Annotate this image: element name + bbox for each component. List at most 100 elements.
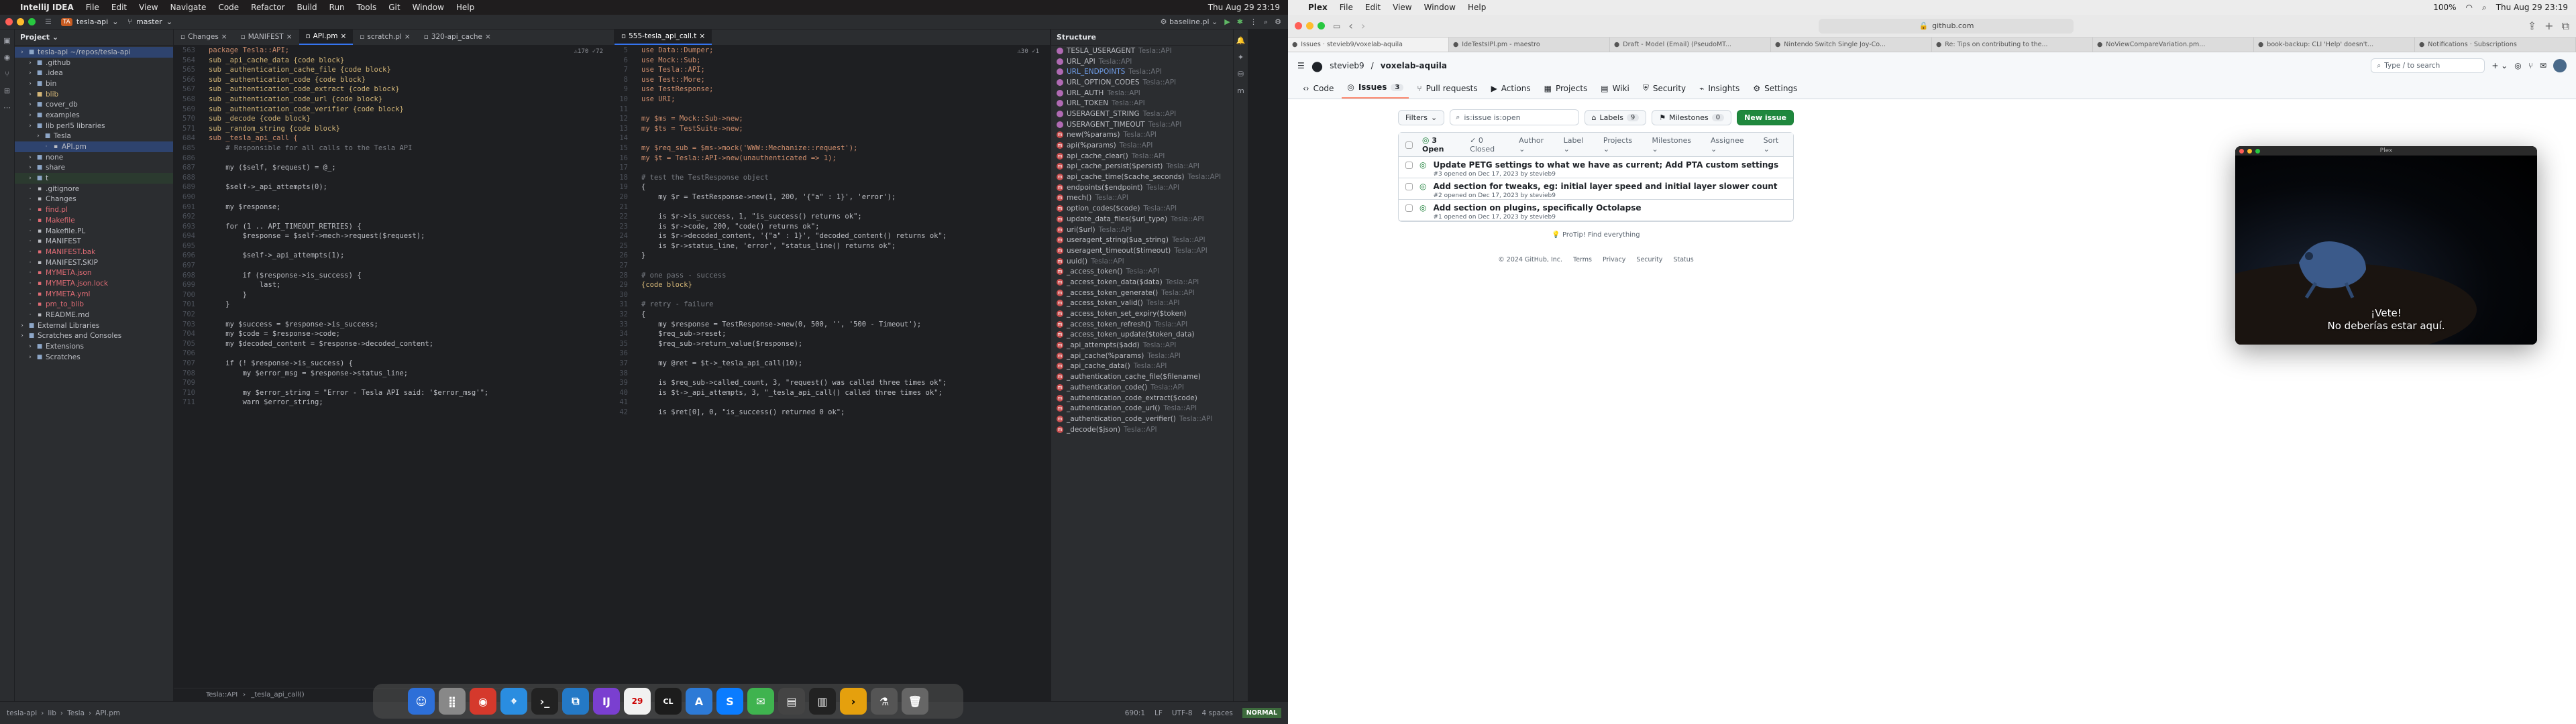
close-icon[interactable]: × — [485, 33, 491, 41]
minimize-button[interactable] — [17, 18, 24, 25]
app-icon[interactable]: ⚗ — [871, 688, 898, 715]
inspection-widget[interactable]: ⚠170 ✓72 — [574, 48, 603, 55]
browser-tab[interactable]: ● Nintendo Switch Single Joy-Co... — [1771, 38, 1932, 52]
code-line[interactable] — [209, 154, 614, 164]
tree-item[interactable]: · ▪ Changes — [15, 194, 173, 205]
sort-filter[interactable]: Sort ⌄ — [1764, 136, 1786, 154]
structure-item[interactable]: m _access_token_valid() Tesla::API — [1051, 298, 1233, 309]
hamburger-icon[interactable]: ☰ — [45, 17, 52, 26]
code-line[interactable]: if ($response->is_success) { — [209, 271, 614, 281]
structure-item[interactable]: URL_ENDPOINTS Tesla::API — [1051, 66, 1233, 77]
code-line[interactable]: my $req_sub = $ms->mock('WWW::Mechanize:… — [641, 143, 1050, 154]
menu-file[interactable]: File — [1340, 3, 1353, 12]
code-line[interactable] — [209, 349, 614, 359]
labels-button[interactable]: ⌂ Labels 9 — [1584, 109, 1647, 125]
clock[interactable]: Thu Aug 29 23:19 — [1208, 3, 1280, 12]
tree-item[interactable]: · ▪ API.pm — [15, 141, 173, 152]
forward-icon[interactable]: › — [1361, 19, 1365, 32]
browser-tab[interactable]: ● Issues · stevieb9/voxelab-aquila — [1288, 38, 1449, 52]
code-line[interactable]: sub _authentication_code {code block} — [209, 75, 614, 85]
code-line[interactable]: { — [641, 182, 1050, 192]
more-icon[interactable]: ⋯ — [3, 103, 11, 112]
branch-switcher[interactable]: ⑂ master ⌄ — [127, 17, 172, 26]
issue-title[interactable]: Update PETG settings to what we have as … — [1433, 160, 1778, 170]
tree-item[interactable]: · ▪ find.pl — [15, 204, 173, 215]
structure-item[interactable]: m _access_token_data($data) Tesla::API — [1051, 277, 1233, 288]
settings-icon[interactable]: ⚙ — [1275, 17, 1281, 26]
tree-item[interactable]: · ▪ MYMETA.json.lock — [15, 278, 173, 289]
code-line[interactable]: is $r->status_line, 'error', "status_lin… — [641, 241, 1050, 251]
code-line[interactable]: use TestResponse; — [641, 84, 1050, 95]
tree-item[interactable]: › ■ Tesla — [15, 131, 173, 142]
close-button[interactable] — [1295, 22, 1302, 29]
code-line[interactable]: {code block} — [641, 280, 1050, 290]
code-line[interactable]: use URI; — [641, 95, 1050, 105]
tabs-overview-icon[interactable]: ⧉ — [2562, 19, 2569, 33]
code-line[interactable]: package Tesla::API; — [209, 46, 614, 56]
structure-item[interactable]: m _api_cache(%params) Tesla::API — [1051, 351, 1233, 361]
tab-wiki[interactable]: ▤ Wiki — [1595, 84, 1635, 99]
file-encoding[interactable]: UTF-8 — [1172, 709, 1193, 717]
menu-navigate[interactable]: Navigate — [170, 3, 207, 12]
issue-title[interactable]: Add section for tweaks, eg: initial laye… — [1433, 182, 1777, 191]
finder-icon[interactable]: ☺ — [408, 688, 435, 715]
terminal-icon[interactable]: ›_ — [531, 688, 558, 715]
code-line[interactable] — [641, 163, 1050, 173]
code-line[interactable]: is $t->_api_attempts, 3, "_tesla_api_cal… — [641, 388, 1050, 398]
code-line[interactable] — [209, 378, 614, 388]
tree-item[interactable]: › ■ none — [15, 152, 173, 163]
tab-projects[interactable]: ▦ Projects — [1539, 84, 1593, 99]
tree-item[interactable]: › ■ tesla-api ~/repos/tesla-api — [15, 47, 173, 58]
code-line[interactable]: my $ts = TestSuite->new; — [641, 124, 1050, 134]
tab-settings[interactable]: ⚙ Settings — [1748, 84, 1803, 99]
code-line[interactable]: if (! $response->is_success) { — [209, 359, 614, 369]
close-icon[interactable]: × — [699, 32, 705, 40]
structure-item[interactable]: URL_TOKEN Tesla::API — [1051, 98, 1233, 109]
code-line[interactable]: } — [641, 251, 1050, 261]
code-line[interactable]: sub _authentication_code_verifier {code … — [209, 105, 614, 115]
safari-icon[interactable]: ⌖ — [500, 688, 527, 715]
maven-icon[interactable]: m — [1237, 86, 1244, 95]
trash-icon[interactable]: 🗑 — [902, 688, 928, 715]
plex-window[interactable]: Plex ¡Vete! No deberías estar aquí. — [2235, 146, 2537, 345]
code-line[interactable]: for (1 .. API_TIMEOUT_RETRIES) { — [209, 222, 614, 232]
closed-filter[interactable]: ✓ 0 Closed — [1470, 136, 1509, 154]
browser-tab[interactable]: ● IdeTestsIPl.pm - maestro — [1449, 38, 1610, 52]
select-all-checkbox[interactable] — [1405, 141, 1413, 149]
back-icon[interactable]: ‹ — [1348, 19, 1352, 32]
menu-tools[interactable]: Tools — [357, 3, 377, 12]
structure-item[interactable]: m _authentication_code_verifier() Tesla::A… — [1051, 414, 1233, 424]
issue-row[interactable]: ◎ Update PETG settings to what we have as… — [1399, 157, 1793, 178]
code-area-left[interactable]: ⚠170 ✓72 563 564 565 566 567 568 569 570 571 684 6… — [174, 46, 614, 688]
inbox-icon[interactable]: ✉ — [2540, 61, 2546, 70]
code-line[interactable]: is $req_sub->called_count, 3, "request()… — [641, 378, 1050, 388]
menu-file[interactable]: File — [86, 3, 99, 12]
code-line[interactable]: use Data::Dumper; — [641, 46, 1050, 56]
code-line[interactable] — [641, 349, 1050, 359]
folder-icon[interactable]: ▣ — [3, 36, 10, 45]
code-line[interactable]: sub _tesla_api_call { — [209, 133, 614, 143]
code-line[interactable]: } — [209, 300, 614, 310]
appstore-icon[interactable]: A — [686, 688, 712, 715]
clion-icon[interactable]: CL — [655, 688, 682, 715]
code-line[interactable]: warn $error_string; — [209, 398, 614, 408]
tree-item[interactable]: › ■ t — [15, 173, 173, 184]
structure-item[interactable]: m _access_token_set_expiry($token) — [1051, 308, 1233, 319]
tree-item[interactable]: › ■ .idea — [15, 68, 173, 78]
tree-item[interactable]: · ▪ MANIFEST — [15, 236, 173, 247]
new-tab-icon[interactable]: + — [2544, 19, 2553, 32]
code-line[interactable] — [641, 290, 1050, 300]
tab-security[interactable]: ⛨ Security — [1638, 83, 1691, 99]
filters-button[interactable]: Filters ⌄ — [1398, 109, 1445, 125]
tree-item[interactable]: › ■ Scratches and Consoles — [15, 331, 173, 342]
code-line[interactable]: sub _decode {code block} — [209, 114, 614, 124]
structure-item[interactable]: m uri($url) Tesla::API — [1051, 225, 1233, 235]
structure-item[interactable]: m _decode($json) Tesla::API — [1051, 424, 1233, 435]
tree-item[interactable]: · ▪ MYMETA.yml — [15, 289, 173, 300]
menu-edit[interactable]: Edit — [1365, 3, 1381, 12]
git-icon[interactable]: ⑂ — [5, 70, 9, 78]
close-icon[interactable]: × — [221, 33, 227, 41]
code-line[interactable]: my $t = Tesla::API->new(unauthenticated … — [641, 154, 1050, 164]
tree-item[interactable]: · ▪ MYMETA.json — [15, 267, 173, 278]
close-button[interactable] — [5, 18, 13, 25]
